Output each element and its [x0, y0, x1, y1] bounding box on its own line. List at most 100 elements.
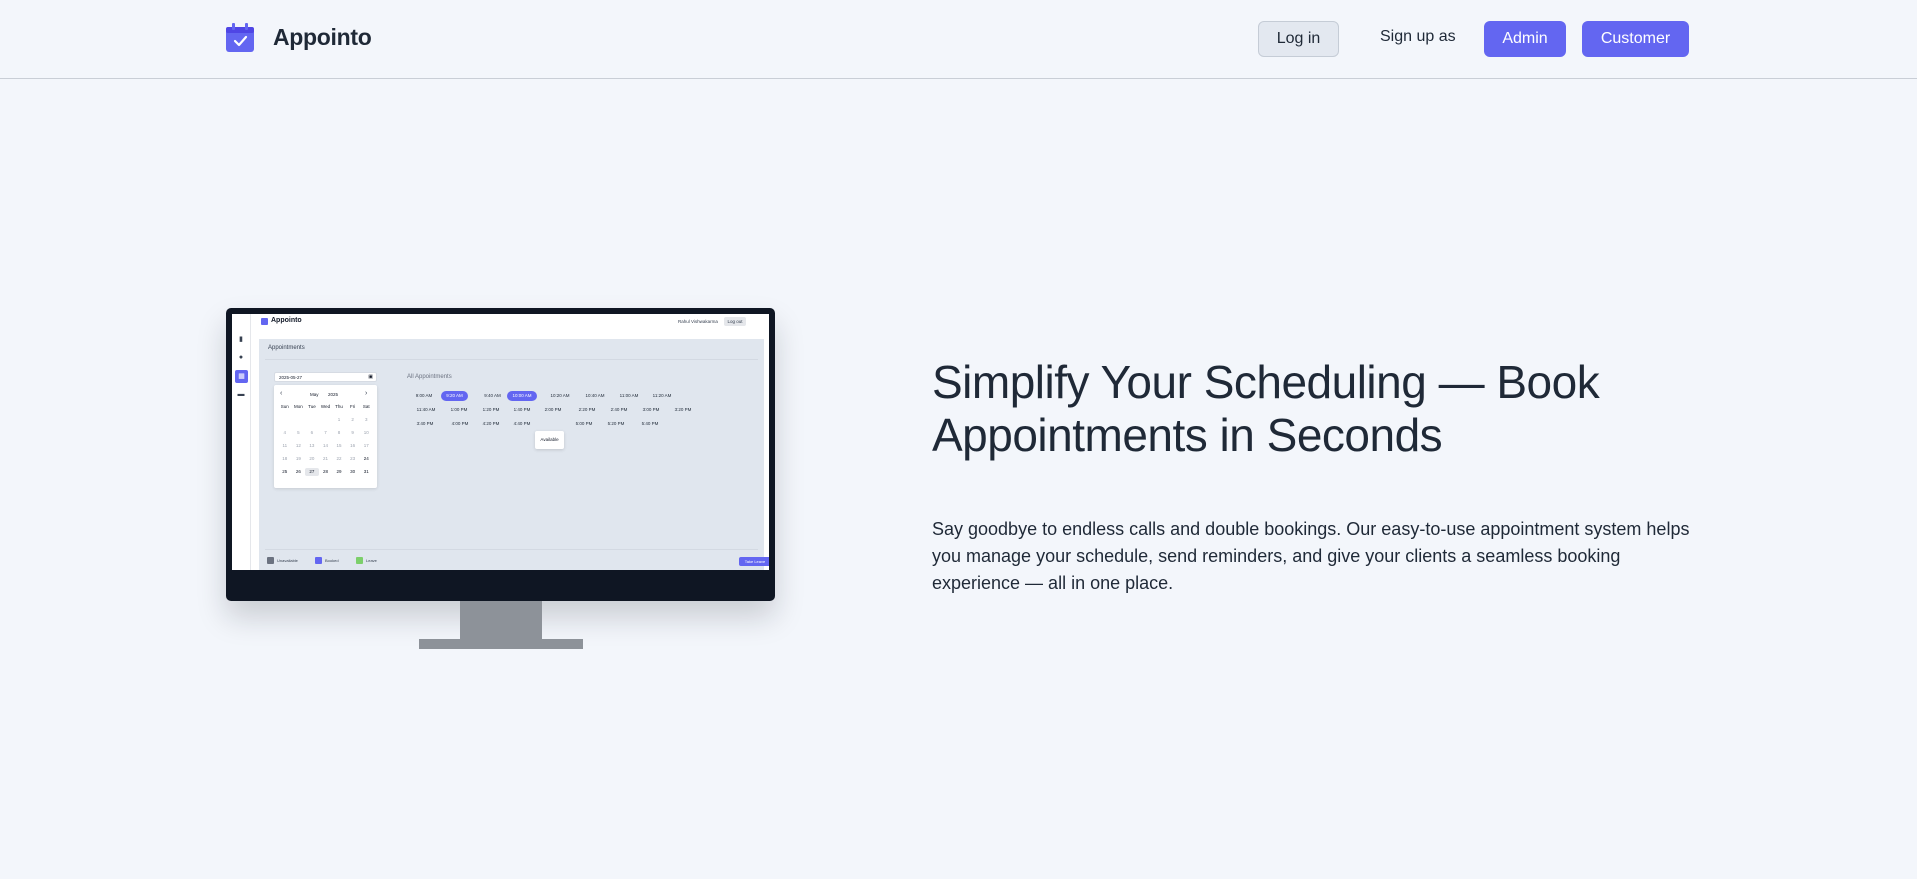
- calendar-day: 31: [363, 469, 369, 474]
- calendar-day: 27: [305, 468, 319, 476]
- time-slot: 4:40 PM: [513, 421, 531, 426]
- time-slot: 5:00 PM: [575, 421, 593, 426]
- calendar-day: 10: [363, 430, 369, 435]
- preview-logout-button: Log out: [724, 317, 746, 326]
- site-header: Appointo Log in Sign up as Admin Custome…: [0, 0, 1917, 79]
- time-slot: 1:20 PM: [482, 407, 500, 412]
- preview-date-input: 2025-05-27 ▣: [274, 372, 377, 382]
- legend-leave: Leave: [356, 557, 377, 564]
- legend-unavailable: Unavailable: [267, 557, 298, 564]
- calendar-day: 13: [309, 443, 315, 448]
- legend-booked: Booked: [315, 557, 339, 564]
- app-preview-screen: ▮ ● ▦ ▬ Appointo Rahul Vishwakarma Log o…: [232, 314, 769, 570]
- monitor-stand: [460, 601, 542, 640]
- time-slot: 9:20 AM: [441, 391, 468, 401]
- time-slot: 3:00 PM: [642, 407, 660, 412]
- calendar-day: 8: [337, 430, 341, 435]
- calendar-day: 25: [282, 469, 288, 474]
- preview-topbar: Appointo Rahul Vishwakarma Log out: [251, 314, 769, 332]
- calendar-icon: ▣: [368, 374, 373, 380]
- time-slot: 9:00 AM: [415, 393, 433, 398]
- time-slot: 5:20 PM: [607, 421, 625, 426]
- chart-icon: ▮: [239, 336, 243, 343]
- calendar-day: 1: [337, 417, 341, 422]
- preview-take-leave-button: Take Leave: [739, 557, 769, 566]
- divider: [265, 359, 758, 360]
- time-slot: 2:20 PM: [578, 407, 596, 412]
- calendar-blank: [319, 416, 333, 424]
- preview-all-appointments: All Appointments: [407, 374, 452, 380]
- preview-tooltip: Available: [535, 431, 564, 449]
- calendar-day: 26: [295, 469, 301, 474]
- calendar-blank: [292, 416, 306, 424]
- calendar-day: 7: [324, 430, 327, 435]
- legend-label: Booked: [325, 558, 339, 563]
- weekday-header: Sun: [280, 404, 289, 409]
- time-slot: 3:20 PM: [674, 407, 692, 412]
- time-slot: 10:00 AM: [507, 391, 537, 401]
- preview-month: May: [310, 392, 319, 397]
- brand-name: Appointo: [273, 24, 372, 50]
- calendar-day: 20: [309, 456, 315, 461]
- calendar-blank: [305, 416, 319, 424]
- time-slot: 11:40 AM: [416, 407, 436, 412]
- calendar-day: 15: [336, 443, 342, 448]
- calendar-day: 22: [336, 456, 342, 461]
- calendar-day: 17: [363, 443, 369, 448]
- calendar-day: 3: [364, 417, 368, 422]
- time-slot: 2:40 PM: [610, 407, 628, 412]
- calendar-icon: ▦: [235, 370, 248, 383]
- calendar-day: 21: [322, 456, 328, 461]
- calendar-day: 28: [322, 469, 328, 474]
- hero-description: Say goodbye to endless calls and double …: [932, 519, 1690, 593]
- calendar-day: 16: [350, 443, 356, 448]
- time-slot: 5:40 PM: [641, 421, 659, 426]
- preview-calendar: ‹ May 2025 › Sun Mon Tue Wed Thu Fri Sat 1 2 3 4 5 6…: [274, 385, 377, 488]
- monitor-base: [419, 639, 583, 649]
- weekday-header: Sat: [362, 404, 370, 409]
- calendar-day: 2: [351, 417, 354, 422]
- calendar-day: 11: [282, 443, 288, 448]
- preview-date-value: 2025-05-27: [279, 375, 303, 380]
- monitor-illustration: ▮ ● ▦ ▬ Appointo Rahul Vishwakarma Log o…: [226, 308, 775, 601]
- calendar-day: 23: [350, 456, 356, 461]
- time-slot: 9:40 AM: [484, 393, 501, 398]
- calendar-day: 24: [363, 456, 369, 461]
- preview-sidebar: ▮ ● ▦ ▬: [232, 314, 251, 570]
- time-slot: 1:40 PM: [513, 407, 531, 412]
- calendar-day: 4: [283, 430, 287, 435]
- calendar-day: 19: [295, 456, 301, 461]
- time-slot: 4:20 PM: [482, 421, 500, 426]
- calendar-check-icon: [226, 23, 254, 52]
- calendar-day: 5: [297, 430, 300, 435]
- chevron-left-icon: ‹: [280, 390, 283, 397]
- legend-label: Leave: [366, 558, 377, 563]
- time-slot: 1:00 PM: [450, 407, 468, 412]
- weekday-header: Wed: [320, 404, 331, 409]
- calendar-day: 30: [350, 469, 356, 474]
- hero-title: Simplify Your Scheduling — Book Appointm…: [932, 356, 1600, 461]
- legend-label: Unavailable: [277, 558, 298, 563]
- inbox-icon: ▬: [237, 391, 245, 398]
- calendar-day: 12: [295, 443, 301, 448]
- signup-admin-button[interactable]: Admin: [1484, 21, 1566, 57]
- weekday-header: Tue: [308, 404, 316, 409]
- divider: [265, 549, 758, 550]
- preview-user-name: Rahul Vishwakarma: [678, 319, 718, 324]
- preview-brand: Appointo: [271, 317, 302, 324]
- login-button[interactable]: Log in: [1258, 21, 1339, 57]
- calendar-day: 14: [322, 443, 328, 448]
- calendar-day: 9: [351, 430, 354, 435]
- preview-year: 2025: [328, 392, 339, 397]
- weekday-header: Mon: [293, 404, 303, 409]
- weekday-header: Fri: [350, 404, 356, 409]
- weekday-header: Thu: [335, 404, 343, 409]
- preview-logo-icon: [261, 318, 268, 325]
- time-slot: 10:20 AM: [550, 393, 570, 398]
- calendar-day: 18: [282, 456, 288, 461]
- brand[interactable]: Appointo: [226, 23, 372, 52]
- signup-customer-button[interactable]: Customer: [1582, 21, 1689, 57]
- time-slot: 11:20 AM: [652, 393, 672, 398]
- calendar-day: 6: [310, 430, 314, 435]
- user-icon: ●: [238, 354, 244, 361]
